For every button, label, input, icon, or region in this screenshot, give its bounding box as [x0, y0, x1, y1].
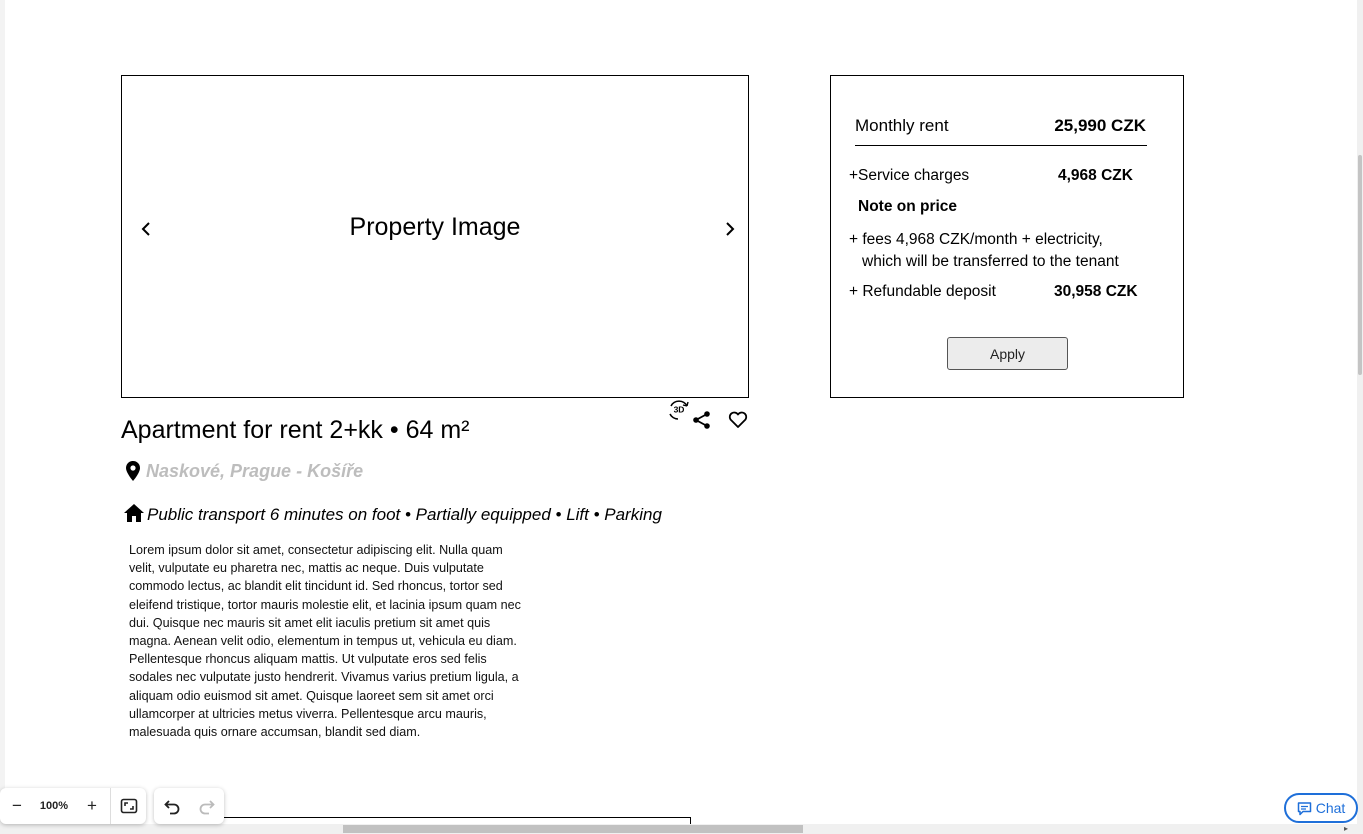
chat-bubble-icon: [1297, 801, 1311, 815]
price-note-title: Note on price: [858, 198, 958, 215]
zoom-toolbar: − 100% +: [0, 788, 146, 824]
svg-text:3D: 3D: [674, 405, 685, 415]
horizontal-scrollbar-thumb[interactable]: [343, 825, 803, 833]
property-image-placeholder: Property Image: [349, 213, 521, 241]
chat-button[interactable]: Chat: [1284, 793, 1358, 823]
redo-icon[interactable]: [198, 788, 216, 824]
chevron-right-icon[interactable]: [722, 219, 738, 239]
vertical-scrollbar[interactable]: [1357, 0, 1363, 824]
monthly-rent-row: Monthly rent 25,990 CZK: [855, 116, 1147, 146]
price-note-text: + fees 4,968 CZK/month + electricity, wh…: [849, 229, 1149, 273]
view-3d-icon[interactable]: 3D: [666, 398, 692, 422]
deposit-value: 30,958 CZK: [1054, 283, 1138, 300]
listing-features: Public transport 6 minutes on foot • Par…: [123, 504, 662, 525]
share-icon[interactable]: [691, 409, 713, 431]
zoom-out-button[interactable]: −: [0, 788, 34, 824]
listing-location: Naskové, Prague - Košíře: [125, 460, 363, 482]
monthly-rent-label: Monthly rent: [855, 116, 949, 135]
service-charges-label: +Service charges: [849, 167, 970, 184]
home-icon: [124, 504, 144, 522]
heart-icon[interactable]: [727, 409, 749, 431]
fit-to-screen-icon[interactable]: [110, 788, 146, 824]
location-text: Naskové, Prague - Košíře: [146, 460, 364, 481]
zoom-in-button[interactable]: +: [74, 788, 110, 824]
price-panel: Monthly rent 25,990 CZK +Service charges…: [830, 75, 1184, 398]
listing-description: Lorem ipsum dolor sit amet, consectetur …: [129, 543, 521, 740]
chat-label: Chat: [1315, 800, 1346, 816]
wireframe-canvas: Property Image 3D Apartment for rent 2+k…: [5, 0, 1357, 824]
undo-icon[interactable]: [163, 788, 181, 824]
monthly-rent-value: 25,990 CZK: [1054, 116, 1146, 135]
listing-title: Apartment for rent 2+kk • 64 m²: [121, 416, 470, 444]
history-toolbar: [154, 788, 224, 824]
scroll-right-icon[interactable]: ▸: [1344, 825, 1352, 833]
horizontal-scrollbar[interactable]: ▸: [0, 824, 1363, 834]
chevron-left-icon[interactable]: [138, 219, 154, 239]
property-image-carousel[interactable]: Property Image: [121, 75, 749, 398]
apply-button[interactable]: Apply: [947, 337, 1068, 370]
next-section-box: [224, 817, 691, 824]
deposit-label: + Refundable deposit: [849, 283, 996, 300]
service-charges-value: 4,968 CZK: [1058, 167, 1133, 184]
vertical-scrollbar-thumb[interactable]: [1358, 155, 1362, 375]
map-pin-icon: [126, 461, 140, 481]
zoom-level[interactable]: 100%: [34, 788, 74, 824]
price-note-line-1: + fees 4,968 CZK/month + electricity,: [849, 231, 1103, 248]
features-text: Public transport 6 minutes on foot • Par…: [147, 505, 662, 524]
price-note-line-2: which will be transferred to the tenant: [862, 253, 1119, 270]
